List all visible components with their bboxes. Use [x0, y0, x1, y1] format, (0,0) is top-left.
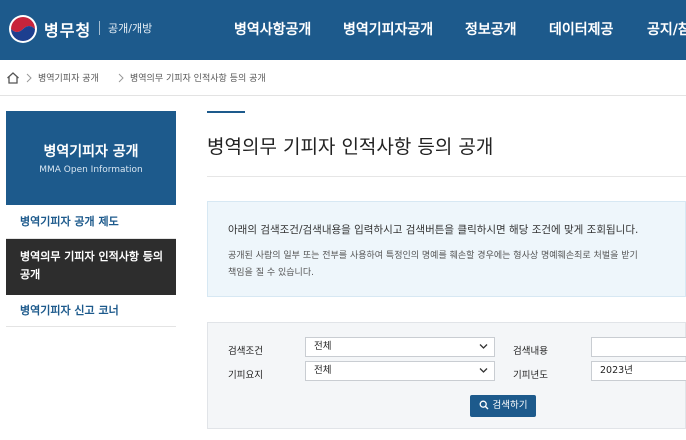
- chevron-down-icon: [479, 344, 488, 349]
- evasion-summary-value: 전체: [314, 365, 332, 376]
- evasion-summary-select[interactable]: 전체: [305, 361, 495, 381]
- sidebar-subtitle: MMA Open Information: [39, 165, 143, 175]
- sidebar-item-report-corner[interactable]: 병역기피자 신고 코너: [6, 295, 176, 327]
- nav-draft-evader-info[interactable]: 병역기피자공개: [343, 19, 433, 39]
- sidebar-header: 병역기피자 공개 MMA Open Information: [6, 111, 176, 205]
- chevron-down-icon: [479, 368, 488, 373]
- evasion-year-label: 기피년도: [513, 370, 548, 381]
- top-header: 병무청 공개/개방 병역사항공개 병역기피자공개 정보공개 데이터제공 공지/참: [0, 0, 686, 60]
- search-content-label: 검색내용: [513, 346, 548, 357]
- notice-warning-text: 공개된 사람의 일부 또는 전부를 사용하여 특정인의 명예를 훼손할 경우에는…: [228, 251, 638, 261]
- nav-notice[interactable]: 공지/참: [647, 19, 686, 39]
- sidebar-title: 병역기피자 공개: [43, 144, 139, 160]
- search-condition-value: 전체: [314, 341, 332, 352]
- breadcrumb-current[interactable]: 병역의무 기피자 인적사항 등의 공개: [130, 71, 266, 84]
- home-icon[interactable]: [6, 71, 20, 85]
- title-accent-bar: [207, 111, 245, 113]
- evasion-year-value: 2023년: [600, 365, 633, 376]
- brand-divider: [99, 21, 100, 35]
- sidebar-item-evader-disclosure[interactable]: 병역의무 기피자 인적사항 등의 공개: [6, 239, 176, 295]
- nav-military-service-info[interactable]: 병역사항공개: [234, 19, 311, 39]
- nav-information-disclosure[interactable]: 정보공개: [465, 19, 517, 39]
- search-content-input[interactable]: [591, 337, 686, 357]
- search-form: 검색조건 전체 검색내용 기피요지 전체 기피년도 2023년 검색하기: [207, 322, 686, 429]
- search-condition-label: 검색조건: [228, 346, 263, 357]
- sidebar-item-evader-system[interactable]: 병역기피자 공개 제도: [6, 205, 176, 239]
- brand-name[interactable]: 병무청: [44, 17, 91, 41]
- breadcrumb-item[interactable]: 병역기피자 공개: [38, 71, 99, 84]
- notice-warning-text-cont: 책임을 질 수 있습니다.: [228, 268, 314, 278]
- evasion-year-select[interactable]: 2023년: [591, 361, 686, 381]
- breadcrumb: 병역기피자 공개 병역의무 기피자 인적사항 등의 공개: [0, 60, 686, 96]
- evasion-summary-label: 기피요지: [228, 370, 263, 381]
- nav-data-provision[interactable]: 데이터제공: [549, 19, 613, 39]
- brand-subtitle: 공개/개방: [108, 22, 153, 35]
- page-title: 병역의무 기피자 인적사항 등의 공개: [207, 136, 494, 158]
- search-button-label: 검색하기: [492, 400, 528, 411]
- mma-logo-icon[interactable]: [8, 14, 38, 44]
- title-divider: [207, 176, 686, 177]
- chevron-right-icon: [26, 73, 32, 83]
- notice-text: 아래의 검색조건/검색내용을 입력하시고 검색버튼을 클릭하시면 해당 조건에 …: [228, 224, 639, 236]
- chevron-right-icon: [118, 73, 124, 83]
- search-icon: [479, 400, 489, 410]
- notice-box: 아래의 검색조건/검색내용을 입력하시고 검색버튼을 클릭하시면 해당 조건에 …: [207, 201, 686, 297]
- search-button[interactable]: 검색하기: [470, 395, 536, 417]
- search-condition-select[interactable]: 전체: [305, 337, 495, 357]
